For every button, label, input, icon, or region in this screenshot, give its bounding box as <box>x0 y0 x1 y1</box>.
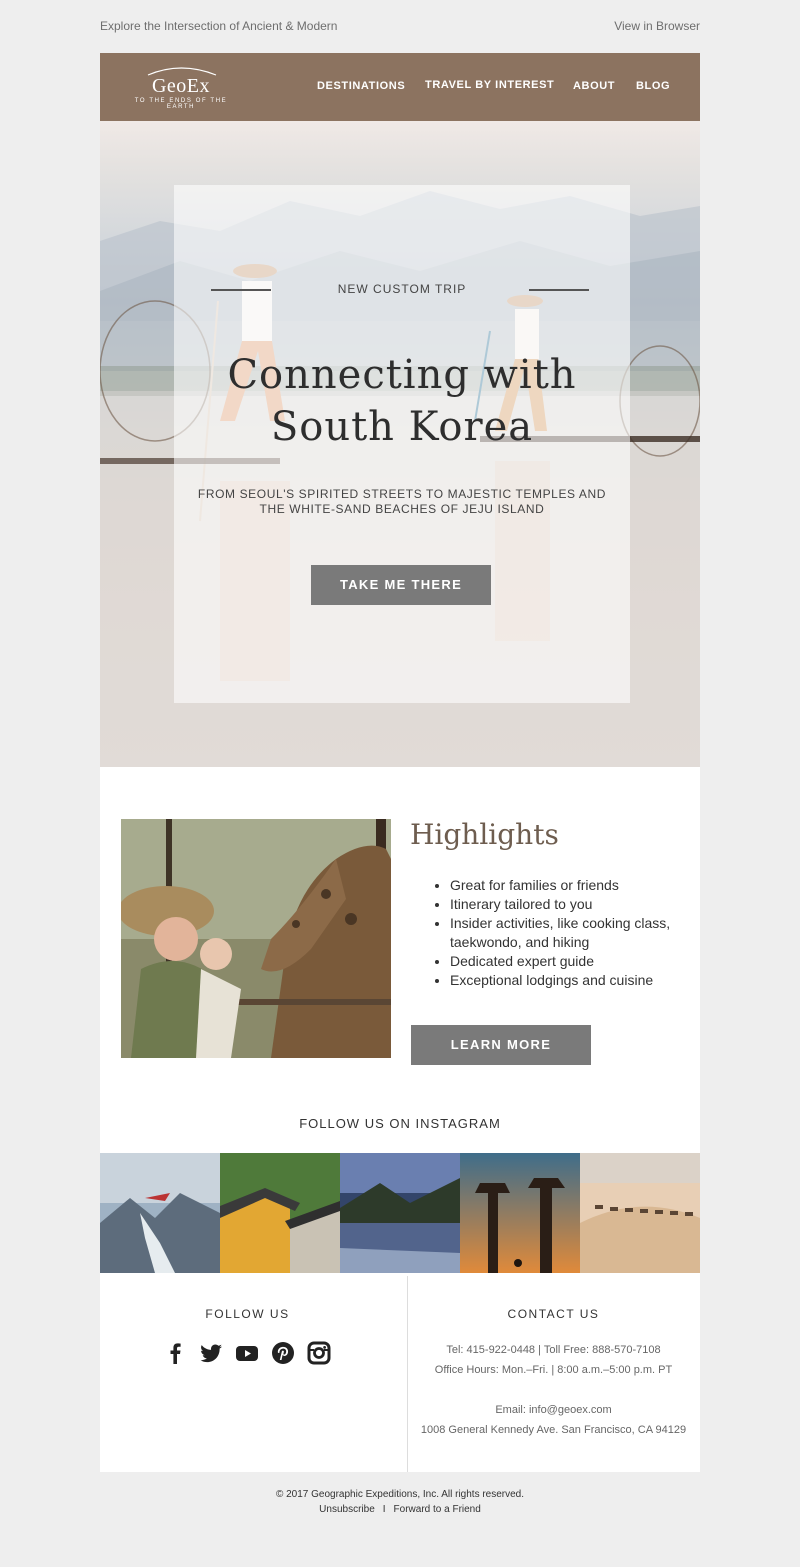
footer-box: FOLLOW US CONTACT US Tel: 415-922-0448 |… <box>100 1273 700 1472</box>
footer-links: Unsubscribe I Forward to a Friend <box>0 1504 800 1515</box>
list-item: Insider activities, like cooking class, … <box>450 914 700 952</box>
footer-separator: I <box>382 1504 386 1515</box>
nav-about[interactable]: ABOUT <box>573 80 615 92</box>
geoex-logo[interactable]: GeoEx TO THE ENDS OF THE EARTH <box>120 63 242 111</box>
list-item: Itinerary tailored to you <box>450 895 700 914</box>
nav-travel-by-interest[interactable]: TRAVEL BY INTEREST <box>425 79 554 91</box>
highlights-section: Highlights Great for families or friends… <box>100 767 700 1153</box>
hero-subtitle: FROM SEOUL'S SPIRITED STREETS TO MAJESTI… <box>184 487 620 517</box>
list-item: Exceptional lodgings and cuisine <box>450 971 700 990</box>
learn-more-button[interactable]: LEARN MORE <box>411 1025 591 1065</box>
lake-photo[interactable] <box>340 1153 460 1273</box>
hero-card: NEW CUSTOM TRIP Connecting with South Ko… <box>174 185 630 703</box>
hero-subtitle-line2: THE WHITE-SAND BEACHES OF JEJU ISLAND <box>259 502 545 516</box>
hero-eyebrow: NEW CUSTOM TRIP <box>337 282 467 296</box>
desert-camels-photo[interactable] <box>580 1153 700 1273</box>
hero-title-line2: South Korea <box>270 404 534 450</box>
follow-us-title: FOLLOW US <box>205 1307 290 1321</box>
hero-title: Connecting with South Korea <box>174 349 630 453</box>
baobab-photo[interactable] <box>460 1153 580 1273</box>
hero-subtitle-line1: FROM SEOUL'S SPIRITED STREETS TO MAJESTI… <box>197 487 607 501</box>
facebook-icon[interactable] <box>162 1340 188 1366</box>
giraffe-photo-art <box>121 819 391 1058</box>
nav-blog[interactable]: BLOG <box>636 80 670 92</box>
list-item: Dedicated expert guide <box>450 952 700 971</box>
contact-phone: Tel: 415-922-0448 | Toll Free: 888-570-7… <box>446 1344 661 1356</box>
contact-us-title: CONTACT US <box>507 1307 600 1321</box>
giraffe-family-photo <box>121 819 391 1058</box>
instagram-title: FOLLOW US ON INSTAGRAM <box>299 1116 501 1131</box>
preheader: Explore the Intersection of Ancient & Mo… <box>100 0 700 52</box>
hero-title-line1: Connecting with <box>227 352 577 398</box>
forward-to-friend-link[interactable]: Forward to a Friend <box>394 1504 481 1515</box>
header-nav: GeoEx TO THE ENDS OF THE EARTH DESTINATI… <box>100 53 700 121</box>
contact-address: 1008 General Kennedy Ave. San Francisco,… <box>420 1424 687 1436</box>
highlights-title: Highlights <box>410 818 559 851</box>
copyright-text: © 2017 Geographic Expeditions, Inc. All … <box>275 1489 525 1500</box>
unsubscribe-link[interactable]: Unsubscribe <box>319 1504 375 1515</box>
view-in-browser-link[interactable]: View in Browser <box>614 19 700 33</box>
instagram-icon[interactable] <box>306 1340 332 1366</box>
pinterest-icon[interactable] <box>270 1340 296 1366</box>
instagram-grid <box>100 1153 700 1273</box>
temple-photo[interactable] <box>220 1153 340 1273</box>
mountain-glacier-photo[interactable] <box>100 1153 220 1273</box>
contact-hours: Office Hours: Mon.–Fri. | 8:00 a.m.–5:00… <box>434 1364 673 1376</box>
take-me-there-button[interactable]: TAKE ME THERE <box>311 565 491 605</box>
logo-tagline: TO THE ENDS OF THE EARTH <box>134 98 228 110</box>
logo-name: GeoEx <box>151 75 211 97</box>
preheader-tagline: Explore the Intersection of Ancient & Mo… <box>100 19 338 33</box>
twitter-icon[interactable] <box>198 1340 224 1366</box>
youtube-icon[interactable] <box>234 1340 260 1366</box>
hero-banner: NEW CUSTOM TRIP Connecting with South Ko… <box>100 121 700 767</box>
highlights-list: Great for families or friends Itinerary … <box>430 876 700 990</box>
list-item: Great for families or friends <box>450 876 700 895</box>
contact-email[interactable]: Email: info@geoex.com <box>407 1404 700 1416</box>
nav-destinations[interactable]: DESTINATIONS <box>317 80 405 92</box>
